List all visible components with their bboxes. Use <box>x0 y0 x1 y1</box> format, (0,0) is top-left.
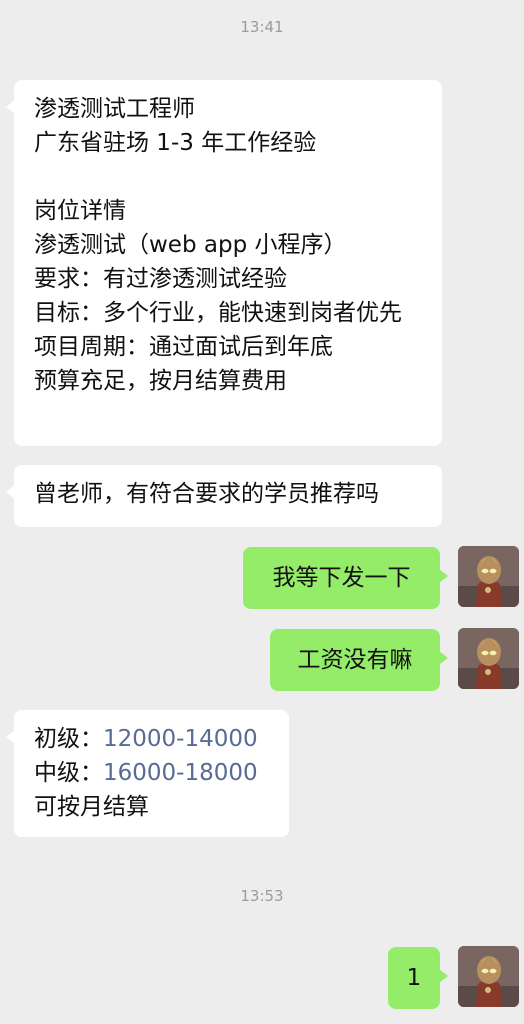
timestamp: 13:53 <box>240 887 284 905</box>
avatar[interactable] <box>458 946 519 1007</box>
avatar[interactable] <box>458 546 519 607</box>
message-salary-info[interactable]: 初级：12000-14000 中级：16000-18000 可按月结算 <box>6 710 289 837</box>
salary-junior-label: 初级： <box>34 726 103 752</box>
message-final-reply[interactable]: 1 <box>388 947 448 1009</box>
message-line: 项目周期：通过面试后到年底 <box>34 334 333 360</box>
salary-note: 可按月结算 <box>34 794 149 820</box>
timestamp: 13:41 <box>240 18 284 36</box>
message-job-post[interactable]: 渗透测试工程师 广东省驻场 1-3 年工作经验 岗位详情 渗透测试（web ap… <box>6 80 442 446</box>
message-text: 曾老师，有符合要求的学员推荐吗 <box>34 481 379 507</box>
avatar[interactable] <box>458 628 519 689</box>
avatar-icon <box>458 628 519 689</box>
chat-view[interactable]: 13:41 渗透测试工程师 广东省驻场 1-3 年工作经验 岗位详情 渗透测试（… <box>0 0 524 1024</box>
message-line: 预算充足，按月结算费用 <box>34 368 287 394</box>
message-line: 要求：有过渗透测试经验 <box>34 266 287 292</box>
salary-mid-value[interactable]: 16000-18000 <box>103 760 258 786</box>
message-line: 广东省驻场 1-3 年工作经验 <box>34 130 317 156</box>
message-reply-later[interactable]: 我等下发一下 <box>243 547 448 609</box>
message-text: 工资没有嘛 <box>297 647 413 673</box>
message-line: 目标：多个行业，能快速到岗者优先 <box>34 300 402 326</box>
message-line: 渗透测试（web app 小程序） <box>34 232 347 258</box>
avatar-icon <box>458 546 519 607</box>
avatar-icon <box>458 946 519 1007</box>
message-line: 岗位详情 <box>34 198 126 224</box>
salary-mid-line: 中级：16000-18000 <box>34 756 271 790</box>
salary-junior-value[interactable]: 12000-14000 <box>103 726 258 752</box>
message-text: 我等下发一下 <box>272 565 411 591</box>
salary-junior-line: 初级：12000-14000 <box>34 722 271 756</box>
message-line: 渗透测试工程师 <box>34 96 195 122</box>
message-text: 1 <box>406 965 422 991</box>
message-recommend-request[interactable]: 曾老师，有符合要求的学员推荐吗 <box>6 465 442 527</box>
salary-mid-label: 中级： <box>34 760 103 786</box>
message-salary-question[interactable]: 工资没有嘛 <box>270 629 448 691</box>
